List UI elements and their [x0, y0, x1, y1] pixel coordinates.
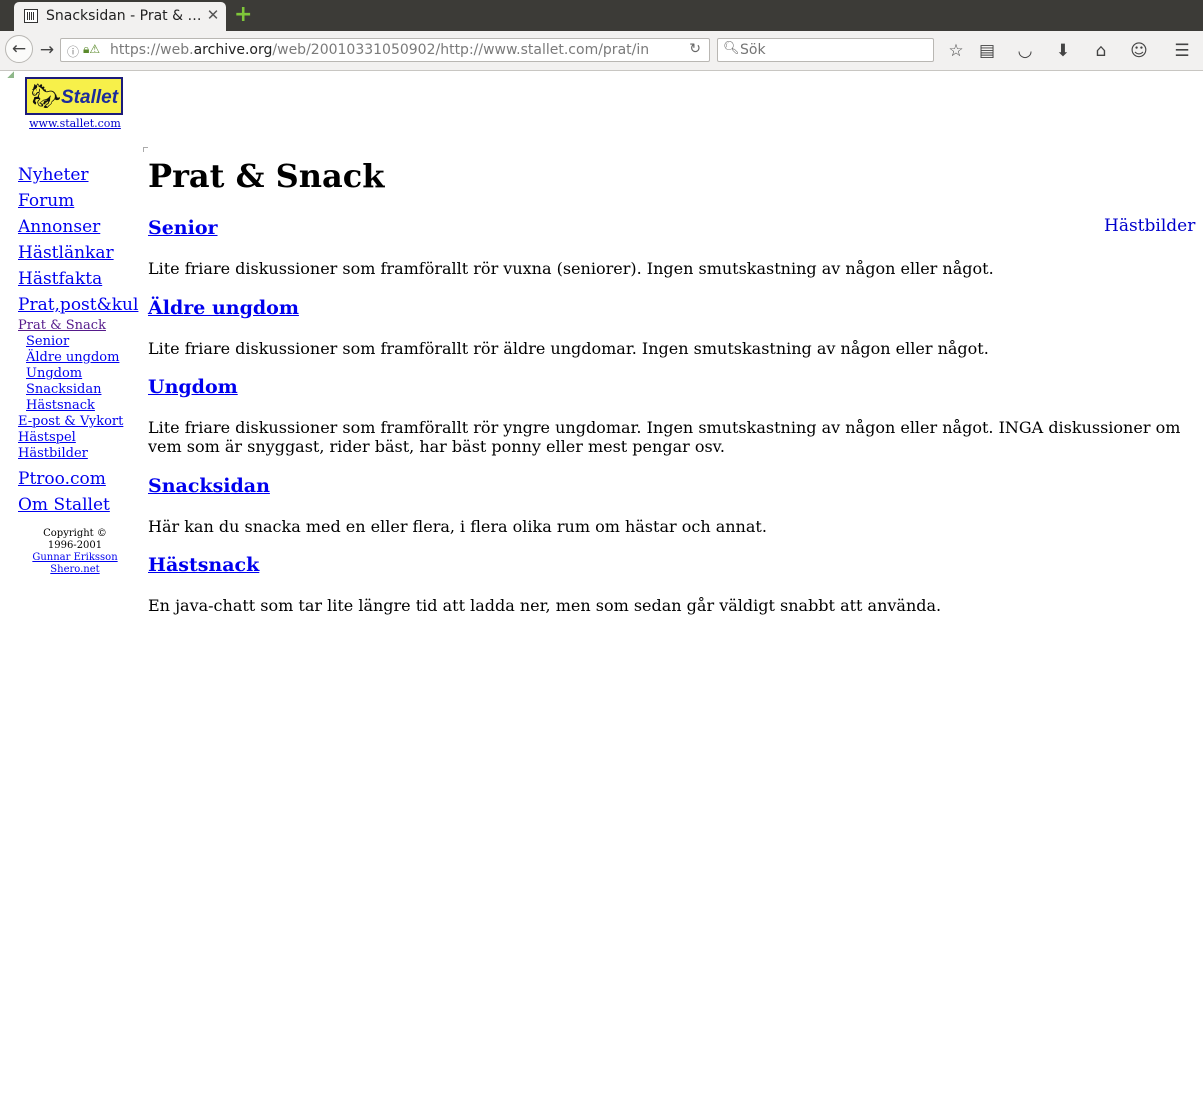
nav-forum[interactable]: Forum — [18, 188, 138, 214]
browser-tab[interactable]: Snacksidan - Prat & … ✕ — [14, 2, 226, 31]
logo-text: Stallet — [61, 87, 119, 108]
navigation-toolbar: ← → ⓘ 🔒︎⚠︎ https://web.archive.org/web/2… — [0, 31, 1203, 71]
copyright-block: Copyright © 1996-2001 Gunnar Eriksson Sh… — [20, 528, 130, 576]
tab-title: Snacksidan - Prat & … — [46, 8, 202, 24]
nav-hastspel[interactable]: Hästspel — [18, 430, 138, 446]
pocket-icon[interactable]: ◡ — [1014, 40, 1036, 62]
reload-icon[interactable]: ↻ — [689, 41, 701, 57]
home-icon[interactable]: ⌂ — [1090, 40, 1112, 62]
search-bar[interactable]: 🔍︎ — [717, 38, 934, 62]
section-title-link[interactable]: Äldre ungdom — [148, 296, 1188, 320]
bookmark-star-icon[interactable]: ☆ — [945, 40, 967, 62]
divider — [143, 147, 148, 152]
page-title: Prat & Snack — [148, 157, 385, 195]
author-link[interactable]: Gunnar Eriksson — [20, 552, 130, 564]
section-description: Här kan du snacka med en eller flera, i … — [148, 517, 767, 536]
section-description: Lite friare diskussioner som framförallt… — [148, 259, 994, 278]
section-ungdom: Ungdom Lite friare diskussioner som fram… — [148, 375, 1188, 456]
nav-om-stallet[interactable]: Om Stallet — [18, 492, 138, 518]
url-text[interactable]: https://web.archive.org/web/200103310509… — [110, 42, 655, 58]
nav-prat-post-kul[interactable]: Prat,post&kul — [18, 292, 138, 318]
nav-epost-vykort[interactable]: E-post & Vykort — [18, 414, 138, 430]
nav-sub-ungdom[interactable]: Ungdom — [18, 366, 138, 382]
emoji-icon[interactable]: ☺ — [1128, 40, 1150, 62]
section-title-link[interactable]: Hästsnack — [148, 553, 1188, 577]
horse-icon: 🐎︎ — [31, 82, 62, 110]
nav-hastbilder[interactable]: Hästbilder — [18, 446, 138, 462]
site-url-link[interactable]: www.stallet.com — [0, 117, 150, 130]
menu-icon[interactable]: ☰ — [1171, 40, 1193, 62]
section-aldre-ungdom: Äldre ungdom Lite friare diskussioner so… — [148, 296, 1188, 358]
section-description: En java-chatt som tar lite längre tid at… — [148, 596, 942, 615]
nav-hastlankar[interactable]: Hästlänkar — [18, 240, 138, 266]
section-description: Lite friare diskussioner som framförallt… — [148, 339, 989, 358]
section-title-link[interactable]: Snacksidan — [148, 474, 1188, 498]
back-icon[interactable]: ← — [5, 35, 33, 63]
mixed-content-lock-icon[interactable]: 🔒︎⚠︎ — [83, 42, 100, 57]
section-description: Lite friare diskussioner som framförallt… — [148, 418, 1181, 456]
section-snacksidan: Snacksidan Här kan du snacka med en elle… — [148, 474, 1188, 536]
copyright-years: 1996-2001 — [47, 540, 103, 551]
nav-nyheter[interactable]: Nyheter — [18, 162, 138, 188]
nav-prat-snack-current[interactable]: Prat & Snack — [18, 318, 138, 334]
close-tab-icon[interactable]: ✕ — [204, 6, 222, 24]
nav-sub-snacksidan[interactable]: Snacksidan — [18, 382, 138, 398]
info-icon[interactable]: ⓘ — [67, 43, 79, 60]
forward-icon[interactable]: → — [36, 40, 58, 62]
section-senior: Senior Lite friare diskussioner som fram… — [148, 216, 1188, 278]
tab-strip: Snacksidan - Prat & … ✕ + — [0, 0, 1203, 31]
copyright-line: Copyright © — [43, 528, 107, 539]
section-title-link[interactable]: Ungdom — [148, 375, 1188, 399]
search-input[interactable] — [740, 41, 925, 59]
stallet-logo[interactable]: 🐎︎ Stallet — [25, 77, 123, 115]
sidebar-nav: Nyheter Forum Annonser Hästlänkar Hästfa… — [18, 162, 138, 518]
archive-favicon-icon — [24, 9, 38, 23]
search-icon: 🔍︎ — [723, 41, 740, 56]
url-bar[interactable]: ⓘ 🔒︎⚠︎ https://web.archive.org/web/20010… — [60, 38, 710, 62]
nav-sub-hastsnack[interactable]: Hästsnack — [18, 398, 138, 414]
nav-sub-senior[interactable]: Senior — [18, 334, 138, 350]
nav-hastfakta[interactable]: Hästfakta — [18, 266, 138, 292]
shero-link[interactable]: Shero.net — [20, 564, 130, 576]
new-tab-icon[interactable]: + — [234, 4, 252, 26]
page-content: 🐎︎ Stallet www.stallet.com Nyheter Forum… — [0, 71, 1203, 1095]
corner-mark — [7, 71, 14, 78]
nav-sub-aldre-ungdom[interactable]: Äldre ungdom — [18, 350, 138, 366]
downloads-icon[interactable]: ⬇ — [1052, 40, 1074, 62]
nav-ptroo[interactable]: Ptroo.com — [18, 466, 138, 492]
section-title-link[interactable]: Senior — [148, 216, 1188, 240]
section-hastsnack: Hästsnack En java-chatt som tar lite län… — [148, 553, 1188, 615]
bookmarks-list-icon[interactable]: ▤ — [976, 40, 998, 62]
nav-annonser[interactable]: Annonser — [18, 214, 138, 240]
